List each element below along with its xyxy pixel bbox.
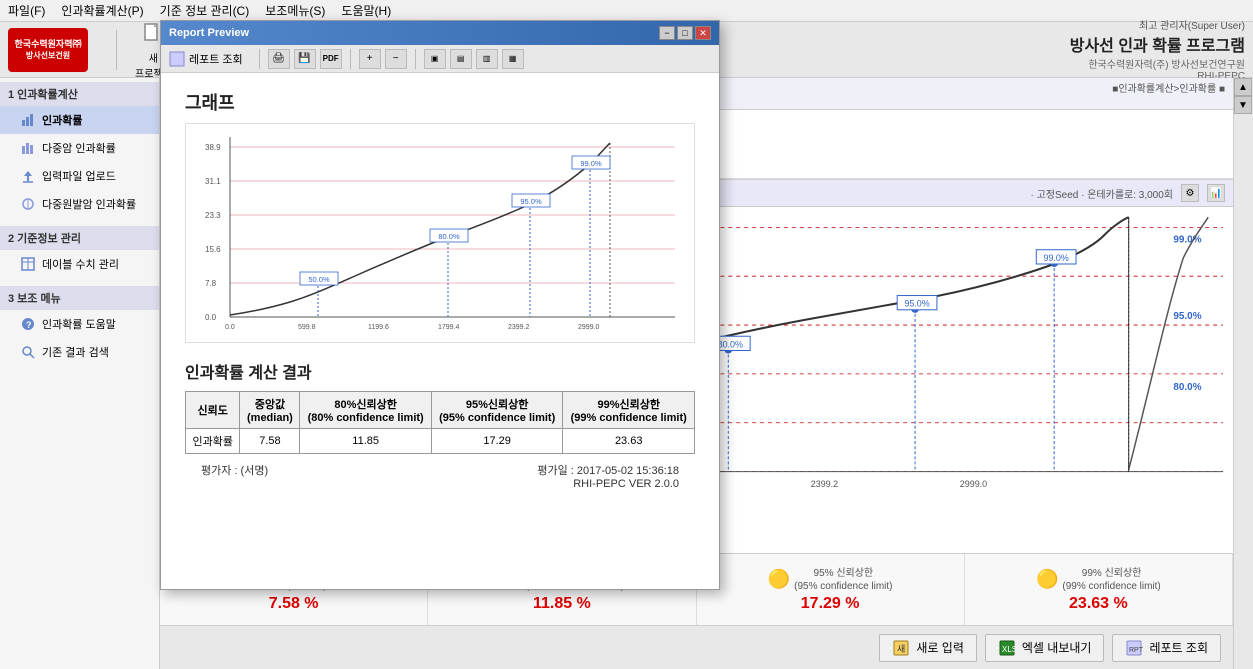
- modal-footer: 평가자 : (서명) 평가일 : 2017-05-02 15:36:18 RHI…: [185, 454, 695, 498]
- col-ci80: 80%신뢰상한(80% confidence limit): [300, 392, 432, 429]
- version-info: RHI-PEPC VER 2.0.0: [537, 478, 679, 490]
- svg-text:1799.4: 1799.4: [438, 324, 460, 331]
- result-table-row: 인과확률 7.58 11.85 17.29 23.63: [186, 429, 695, 454]
- modal-layout3-btn[interactable]: ▥: [476, 49, 498, 69]
- svg-text:31.1: 31.1: [205, 177, 221, 186]
- modal-titlebar: Report Preview − □ ✕: [161, 21, 719, 45]
- report-preview-modal: Report Preview − □ ✕ 레포트 조회 🖨 💾 PDF + − …: [160, 20, 720, 590]
- cell-ci95: 17.29: [431, 429, 563, 454]
- modal-zoom-out-btn[interactable]: −: [385, 49, 407, 69]
- evaluator-area: 평가자 : (서명): [201, 462, 268, 490]
- modal-layout1-btn[interactable]: ▣: [424, 49, 446, 69]
- modal-tb-divider2: [350, 49, 351, 69]
- evaluator-label: 평가자 :: [201, 465, 237, 477]
- svg-text:0.0: 0.0: [225, 324, 235, 331]
- svg-text:15.6: 15.6: [205, 245, 221, 254]
- modal-title: Report Preview: [169, 27, 249, 39]
- modal-chart-svg: 38.9 31.1 23.3 15.6 7.8 0.0: [194, 132, 686, 332]
- modal-zoom-in-btn[interactable]: +: [359, 49, 381, 69]
- svg-text:95.0%: 95.0%: [520, 197, 542, 206]
- modal-overlay: Report Preview − □ ✕ 레포트 조회 🖨 💾 PDF + − …: [0, 0, 1253, 669]
- svg-text:2999.0: 2999.0: [578, 324, 600, 331]
- svg-text:50.0%: 50.0%: [308, 275, 330, 284]
- col-confidence: 신뢰도: [186, 392, 240, 429]
- svg-text:7.8: 7.8: [205, 279, 217, 288]
- cell-ci99: 23.63: [563, 429, 695, 454]
- col-ci99: 99%신뢰상한(99% confidence limit): [563, 392, 695, 429]
- eval-date: 평가일 : 2017-05-02 15:36:18: [537, 462, 679, 478]
- modal-tb-divider3: [415, 49, 416, 69]
- modal-window-controls: − □ ✕: [659, 26, 711, 40]
- modal-result-title: 인과확률 계산 결과: [185, 359, 695, 383]
- date-version-area: 평가일 : 2017-05-02 15:36:18 RHI-PEPC VER 2…: [537, 462, 679, 490]
- modal-graph-section: 그래프 38.9 31.1 23.3 15.6 7.8 0.0: [185, 89, 695, 343]
- svg-text:1199.6: 1199.6: [368, 324, 389, 331]
- result-table: 신뢰도 중앙값(median) 80%신뢰상한(80% confidence l…: [185, 391, 695, 454]
- modal-maximize-btn[interactable]: □: [677, 26, 693, 40]
- modal-toolbar: 레포트 조회 🖨 💾 PDF + − ▣ ▤ ▥ ▦: [161, 45, 719, 73]
- svg-text:80.0%: 80.0%: [438, 232, 460, 241]
- modal-tb-divider: [259, 49, 260, 69]
- col-ci95: 95%신뢰상한(95% confidence limit): [431, 392, 563, 429]
- modal-pdf-btn[interactable]: PDF: [320, 49, 342, 69]
- report-view-label-area: 레포트 조회: [169, 51, 243, 67]
- result-table-header: 신뢰도 중앙값(median) 80%신뢰상한(80% confidence l…: [186, 392, 695, 429]
- svg-text:38.9: 38.9: [205, 143, 221, 152]
- modal-result-section: 인과확률 계산 결과 신뢰도 중앙값(median) 80%신뢰상한(80% c…: [185, 359, 695, 454]
- col-median: 중앙값(median): [240, 392, 300, 429]
- modal-close-btn[interactable]: ✕: [695, 26, 711, 40]
- modal-chart-container: 38.9 31.1 23.3 15.6 7.8 0.0: [185, 123, 695, 343]
- svg-text:0.0: 0.0: [205, 313, 217, 322]
- cell-ci80: 11.85: [300, 429, 432, 454]
- cell-median: 7.58: [240, 429, 300, 454]
- modal-toolbar-label: 레포트 조회: [189, 51, 243, 67]
- cell-label: 인과확률: [186, 429, 240, 454]
- svg-text:23.3: 23.3: [205, 211, 221, 220]
- svg-text:99.0%: 99.0%: [580, 159, 602, 168]
- svg-text:2399.2: 2399.2: [508, 324, 530, 331]
- svg-text:599.8: 599.8: [298, 324, 316, 331]
- modal-layout4-btn[interactable]: ▦: [502, 49, 524, 69]
- modal-content: 그래프 38.9 31.1 23.3 15.6 7.8 0.0: [161, 73, 719, 589]
- evaluator-value: (서명): [241, 465, 269, 477]
- modal-save-btn[interactable]: 💾: [294, 49, 316, 69]
- modal-graph-title: 그래프: [185, 89, 695, 115]
- modal-layout2-btn[interactable]: ▤: [450, 49, 472, 69]
- modal-print-btn[interactable]: 🖨: [268, 49, 290, 69]
- modal-minimize-btn[interactable]: −: [659, 26, 675, 40]
